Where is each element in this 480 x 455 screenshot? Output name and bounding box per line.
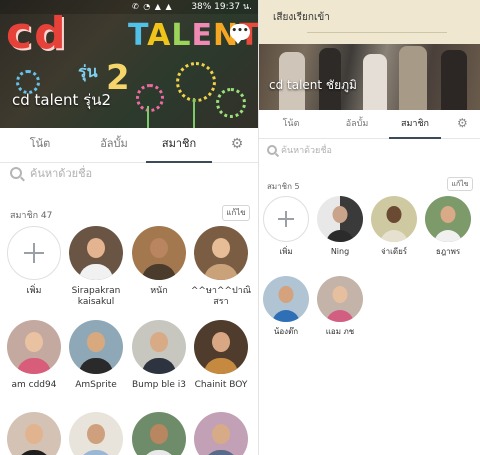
member-item[interactable] — [2, 412, 66, 455]
search-placeholder: ค้นหาด้วยชื่อ — [281, 146, 332, 156]
member-name: Chainit BOY — [194, 380, 248, 390]
member-item[interactable]: ธฎาพร — [421, 196, 475, 257]
plus-icon — [24, 243, 44, 263]
tab-members[interactable]: สมาชิก — [389, 110, 441, 139]
member-item[interactable]: Sirapakran kaisakul — [64, 226, 128, 308]
member-item[interactable]: am cdd94 — [2, 320, 66, 391]
member-name: จ่าเดียร์ — [380, 247, 408, 256]
member-name: น้องต๊ก — [273, 327, 299, 336]
avatar — [132, 320, 186, 374]
flower-doodle — [176, 62, 216, 102]
left-panel: cd TALENT รุ่น 2 ✆ ◔ ▲ ▲ 38% 19:37 น. ••… — [0, 0, 258, 455]
avatar — [69, 226, 123, 280]
add-avatar — [7, 226, 61, 280]
member-item[interactable]: แอม ภช — [313, 276, 367, 337]
edit-button[interactable]: แก้ไข — [447, 177, 473, 191]
search-input[interactable]: ค้นหาด้วยชื่อ — [267, 144, 467, 160]
flower-doodle — [216, 88, 246, 118]
cover-art-run: รุ่น — [78, 62, 98, 81]
search-placeholder: ค้นหาด้วยชื่อ — [30, 167, 93, 180]
add-avatar — [263, 196, 309, 242]
banner-divider — [307, 32, 447, 33]
member-name: ^^ษา^^ปาณิสรา — [190, 286, 252, 307]
member-name: Bump ble i3 — [131, 380, 187, 390]
group-name: cd talent รุ่น2 — [12, 91, 112, 109]
avatar — [7, 412, 61, 455]
tab-bar: โน้ต อัลบั้ม สมาชิก — [0, 128, 258, 163]
group-name: cd talent ชัยภูมิ — [269, 78, 357, 92]
gear-icon[interactable]: ⚙ — [230, 137, 244, 151]
status-time-battery: 38% 19:37 น. — [191, 2, 252, 12]
tab-bar: โน้ต อัลบั้ม สมาชิก — [259, 110, 480, 139]
avatar — [317, 196, 363, 242]
member-item[interactable] — [64, 412, 128, 455]
member-name: หนัก — [150, 286, 168, 296]
avatar — [69, 412, 123, 455]
chat-icon[interactable]: ••• — [230, 24, 250, 44]
tab-notes[interactable]: โน้ต — [20, 128, 60, 162]
member-item[interactable] — [189, 412, 253, 455]
ringtone-banner[interactable]: เสียงเรียกเข้า — [259, 0, 480, 44]
member-name: Ning — [330, 247, 350, 256]
member-name: ธฎาพร — [435, 247, 461, 256]
member-item[interactable]: หนัก — [127, 226, 191, 297]
plus-icon — [278, 211, 294, 227]
edit-button[interactable]: แก้ไข — [222, 205, 250, 221]
member-item[interactable]: AmSprite — [64, 320, 128, 391]
avatar — [317, 276, 363, 322]
avatar — [194, 412, 248, 455]
member-item[interactable]: น้องต๊ก — [259, 276, 313, 337]
right-panel: เสียงเรียกเข้า cd talent ชัยภูมิ โน้ต อั… — [258, 0, 480, 455]
avatar — [69, 320, 123, 374]
avatar — [263, 276, 309, 322]
flower-doodle — [136, 84, 164, 112]
avatar — [425, 196, 471, 242]
tab-notes[interactable]: โน้ต — [275, 110, 307, 138]
avatar — [194, 226, 248, 280]
tab-albums[interactable]: อัลบั้ม — [84, 128, 144, 162]
member-name: แอม ภช — [325, 327, 355, 336]
member-item[interactable]: Ning — [313, 196, 367, 257]
member-name: am cdd94 — [11, 380, 57, 390]
member-count: สมาชิก 5 — [267, 182, 300, 191]
member-count: สมาชิก 47 — [10, 211, 53, 221]
add-member-button[interactable]: เพิ่ม — [259, 196, 313, 257]
group-cover-image: cd talent ชัยภูมิ — [259, 44, 480, 110]
flower-stem — [193, 98, 195, 128]
gear-icon[interactable]: ⚙ — [457, 117, 469, 129]
avatar — [132, 412, 186, 455]
member-item[interactable] — [127, 412, 191, 455]
member-item[interactable]: Bump ble i3 — [127, 320, 191, 391]
banner-title: เสียงเรียกเข้า — [273, 12, 330, 23]
tab-albums[interactable]: อัลบั้ม — [335, 110, 379, 138]
cover-art-cd: cd — [6, 8, 68, 59]
avatar — [371, 196, 417, 242]
member-name: AmSprite — [75, 380, 117, 390]
search-input[interactable]: ค้นหาด้วยชื่อ — [10, 166, 250, 184]
flower-stem — [147, 106, 149, 128]
avatar — [7, 320, 61, 374]
member-name: เพิ่ม — [279, 247, 293, 256]
avatar — [132, 226, 186, 280]
search-icon — [10, 167, 22, 179]
search-icon — [267, 145, 277, 155]
member-item[interactable]: ^^ษา^^ปาณิสรา — [189, 226, 253, 308]
member-item[interactable]: Chainit BOY — [189, 320, 253, 391]
status-icons: ✆ ◔ ▲ ▲ — [132, 2, 173, 11]
member-name: Sirapakran kaisakul — [71, 286, 121, 307]
status-bar: ✆ ◔ ▲ ▲ 38% 19:37 น. — [0, 0, 258, 14]
avatar — [194, 320, 248, 374]
tab-members[interactable]: สมาชิก — [146, 128, 212, 163]
add-member-button[interactable]: เพิ่ม — [2, 226, 66, 297]
member-name: เพิ่ม — [26, 286, 42, 296]
member-item[interactable]: จ่าเดียร์ — [367, 196, 421, 257]
group-cover-image: cd TALENT รุ่น 2 ✆ ◔ ▲ ▲ 38% 19:37 น. ••… — [0, 0, 258, 128]
